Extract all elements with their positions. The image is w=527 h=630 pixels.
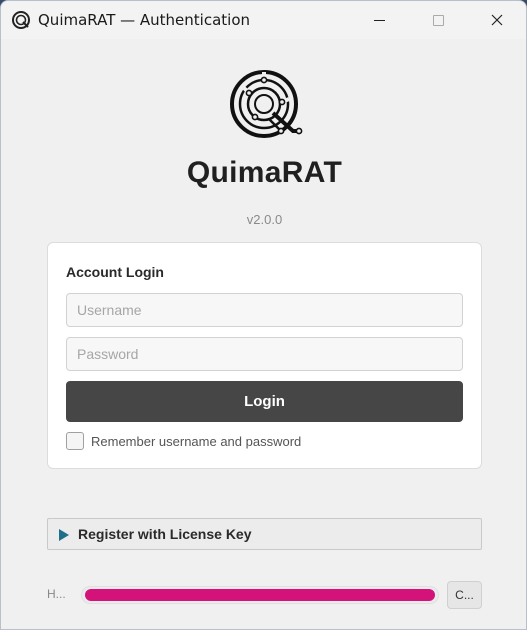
login-card: Account Login Login Remember username an…	[47, 242, 482, 469]
minimize-button[interactable]	[356, 1, 402, 39]
progress-fill	[85, 589, 435, 601]
maximize-icon	[432, 14, 444, 26]
username-input[interactable]	[66, 293, 463, 327]
window-title: QuimaRAT — Authentication	[38, 11, 251, 29]
triangle-right-icon	[59, 529, 69, 541]
auth-window: QuimaRAT — Authentication QuimaRAT v2.0.…	[0, 0, 527, 630]
login-button[interactable]: Login	[66, 381, 463, 422]
maximize-button[interactable]	[415, 1, 461, 39]
password-input[interactable]	[66, 337, 463, 371]
remember-label: Remember username and password	[91, 433, 302, 449]
app-logo	[230, 70, 303, 138]
remember-checkbox[interactable]	[66, 432, 84, 450]
license-key-label: Register with License Key	[78, 526, 252, 542]
login-heading: Account Login	[66, 264, 164, 280]
app-version: v2.0.0	[246, 212, 283, 227]
title-bar: QuimaRAT — Authentication	[1, 1, 526, 39]
status-label: H...	[47, 587, 66, 601]
close-icon	[491, 14, 503, 26]
minimize-icon	[373, 19, 385, 21]
close-button[interactable]	[474, 1, 520, 39]
app-name: QuimaRAT	[186, 156, 343, 189]
license-key-toggle[interactable]: Register with License Key	[47, 518, 482, 550]
cancel-button[interactable]: C...	[447, 581, 482, 609]
app-logo-icon	[12, 11, 30, 29]
remember-row[interactable]: Remember username and password	[66, 432, 301, 450]
progress-bar	[81, 586, 439, 604]
